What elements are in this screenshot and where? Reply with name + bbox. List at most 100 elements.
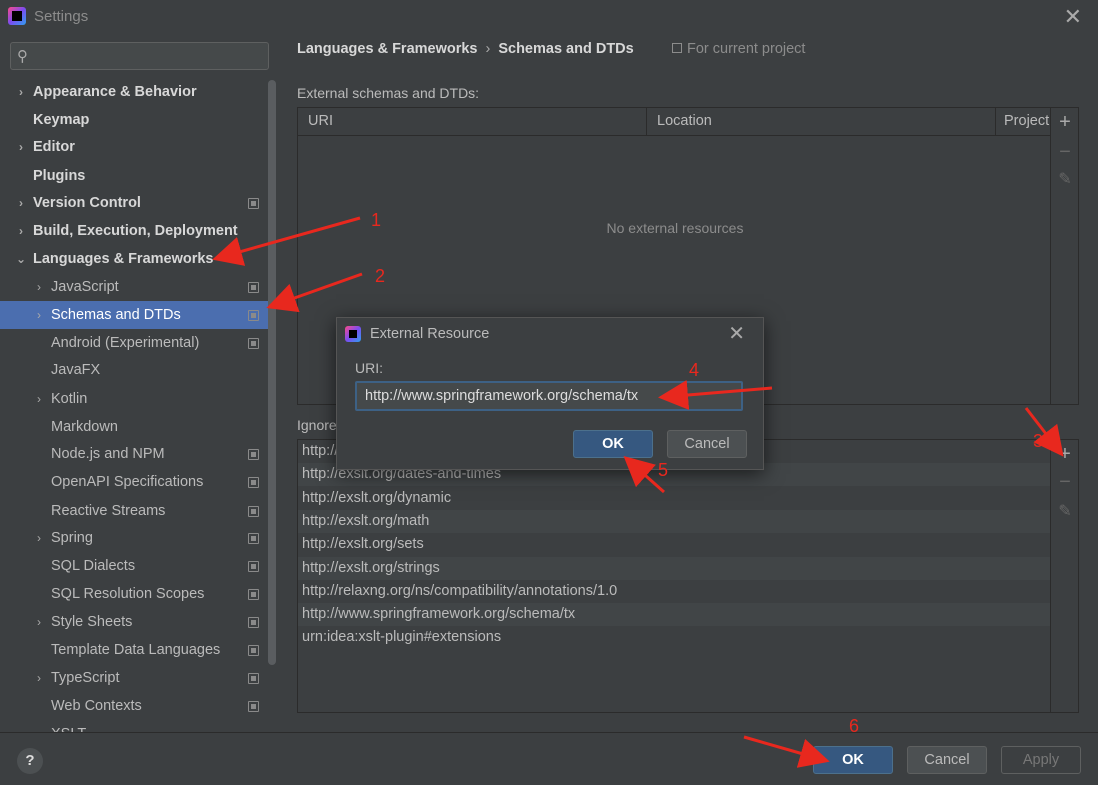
project-scope-icon [248,589,259,600]
sidebar-item[interactable]: Android (Experimental) [0,329,268,357]
edit-ignored-button[interactable]: ✎ [1051,498,1079,526]
empty-table-message: No external resources [606,220,744,236]
sidebar-item[interactable]: Plugins [0,162,268,190]
sidebar-item[interactable]: › Spring [0,524,268,552]
sidebar-item[interactable]: Node.js and NPM [0,440,268,468]
uri-label: URI: [355,360,383,376]
sidebar-item-label: Keymap [33,112,90,128]
sidebar-item[interactable]: › Kotlin [0,385,268,413]
list-item[interactable]: urn:idea:xslt-plugin#extensions [298,626,1050,649]
column-header-location[interactable]: Location [647,108,996,136]
list-item[interactable]: http://exslt.org/strings [298,556,1050,580]
chevron-right-icon[interactable]: › [16,189,26,217]
dialog-ok-button[interactable]: OK [573,430,653,458]
sidebar-item-label: Editor [33,139,75,155]
sidebar-item[interactable]: Markdown [0,413,268,441]
chevron-right-icon[interactable]: › [16,133,26,161]
dialog-footer: ? OK Cancel Apply [0,732,1098,785]
sidebar-item[interactable]: Web Contexts [0,692,268,720]
column-header-project[interactable]: Project [996,108,1052,136]
sidebar-item-label: Appearance & Behavior [33,84,197,100]
project-scope-icon [248,477,259,488]
dialog-title: External Resource [370,326,490,342]
sidebar-item[interactable]: Keymap [0,106,268,134]
project-scope-icon [248,310,259,321]
list-item[interactable]: http://exslt.org/dynamic [298,487,1050,510]
chevron-right-icon[interactable]: › [34,664,44,692]
list-item[interactable]: http://relaxng.org/ns/compatibility/anno… [298,580,1050,603]
sidebar-item[interactable]: › Build, Execution, Deployment [0,217,268,245]
sidebar-item[interactable]: ⌄ Languages & Frameworks [0,245,268,273]
sidebar-item-label: Kotlin [51,391,88,407]
project-scope-icon [248,673,259,684]
sidebar-item-label: SQL Dialects [51,558,136,574]
chevron-right-icon[interactable]: › [34,273,44,301]
chevron-right-icon[interactable]: › [34,385,44,413]
chevron-right-icon[interactable]: › [34,608,44,636]
ignored-schemas-list[interactable]: http://http://exslt.org/dates-and-times h… [297,439,1051,713]
project-scope-icon [248,449,259,460]
sidebar-item[interactable]: JavaFX [0,356,268,384]
project-scope-icon [248,533,259,544]
list-item[interactable]: http://www.springframework.org/schema/tx [298,603,1050,627]
search-input[interactable]: ⚲ [10,42,269,70]
sidebar-item[interactable]: OpenAPI Specifications [0,468,268,496]
sidebar-item-label: TypeScript [51,670,120,686]
project-icon [672,43,682,53]
sidebar-item[interactable]: Template Data Languages [0,636,268,664]
breadcrumb: Languages & Frameworks › Schemas and DTDs [297,41,634,57]
dialog-cancel-button[interactable]: Cancel [667,430,747,458]
cancel-button[interactable]: Cancel [907,746,987,774]
sidebar-item[interactable]: Reactive Streams [0,497,268,525]
scope-label: For current project [687,41,806,57]
sidebar-item-label: Android (Experimental) [51,335,200,351]
sidebar-item-label: Version Control [33,195,141,211]
project-scope-icon [248,561,259,572]
chevron-right-icon[interactable]: › [16,217,26,245]
edit-external-button[interactable]: ✎ [1051,166,1079,194]
chevron-right-icon[interactable]: › [16,78,26,106]
sidebar-item-label: Build, Execution, Deployment [33,223,238,239]
sidebar-item[interactable]: › Schemas and DTDs [0,301,268,329]
list-item[interactable]: http://exslt.org/sets [298,533,1050,556]
project-scope-icon [248,645,259,656]
intellij-logo-icon [8,7,26,25]
add-ignored-button[interactable]: + [1051,440,1079,468]
column-header-uri[interactable]: URI [298,108,647,136]
sidebar-item[interactable]: SQL Dialects [0,552,268,580]
sidebar-item[interactable]: › Editor [0,133,268,161]
ok-button[interactable]: OK [813,746,893,774]
sidebar-item-label: JavaFX [51,362,101,378]
sidebar-item[interactable]: › JavaScript [0,273,268,301]
sidebar-item[interactable]: XSLT [0,720,268,732]
breadcrumb-parent[interactable]: Languages & Frameworks [297,41,478,57]
chevron-right-icon[interactable]: › [34,524,44,552]
sidebar-item[interactable]: › TypeScript [0,664,268,692]
project-scope-icon [248,338,259,349]
remove-external-button[interactable]: − [1051,138,1079,166]
sidebar-item-label: Languages & Frameworks [33,251,214,267]
project-scope-icon [248,701,259,712]
dialog-close-icon[interactable]: ✕ [728,321,745,346]
sidebar-item-label: Style Sheets [51,614,133,630]
breadcrumb-current: Schemas and DTDs [498,41,634,57]
chevron-right-icon[interactable]: › [34,301,44,329]
sidebar-scrollbar[interactable] [268,80,276,665]
sidebar-item[interactable]: › Appearance & Behavior [0,78,268,106]
list-item[interactable]: http://exslt.org/math [298,509,1050,533]
add-external-button[interactable]: + [1051,108,1079,136]
close-icon[interactable]: ✕ [1064,4,1082,30]
breadcrumb-separator: › [485,41,491,57]
sidebar-item-label: SQL Resolution Scopes [51,586,205,602]
uri-input[interactable] [355,381,743,411]
apply-button[interactable]: Apply [1001,746,1081,774]
sidebar-item[interactable]: › Style Sheets [0,608,268,636]
sidebar-item-label: Node.js and NPM [51,446,165,462]
help-button[interactable]: ? [17,748,43,774]
sidebar-item[interactable]: SQL Resolution Scopes [0,580,268,608]
chevron-down-icon[interactable]: ⌄ [16,245,26,273]
sidebar-item[interactable]: › Version Control [0,189,268,217]
sidebar-item-label: Markdown [51,419,118,435]
sidebar-item-label: JavaScript [51,279,119,295]
remove-ignored-button[interactable]: − [1051,468,1079,496]
